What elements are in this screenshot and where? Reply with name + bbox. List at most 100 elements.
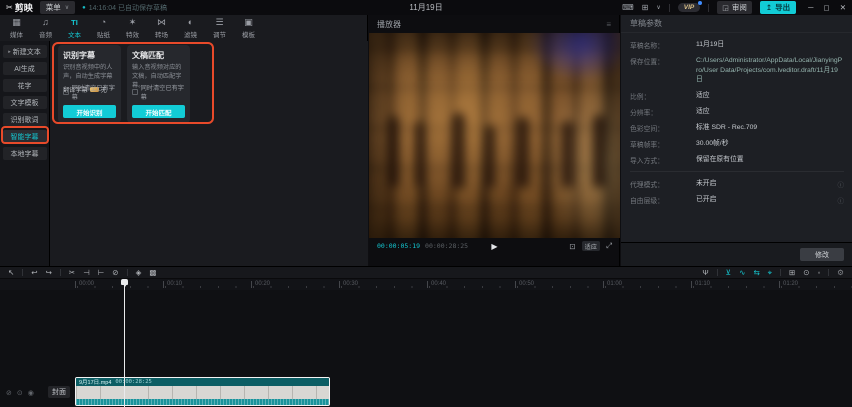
modify-button[interactable]: 修改 <box>800 248 844 261</box>
tab-text[interactable]: TI 文本 <box>60 18 89 39</box>
start-recognize-button[interactable]: 开始识别 <box>63 105 116 118</box>
trim-right-icon[interactable]: ⊢ <box>98 269 105 277</box>
select-tool-icon[interactable]: ↖ <box>8 269 14 277</box>
sidebar-item-label: 识别歌词 <box>11 115 39 125</box>
tab-transition[interactable]: ⋈ 转场 <box>147 18 176 39</box>
timeline-tracks[interactable]: ⊘ ⊙ ◉ 封面 9月17日.mp4 00:00:28:25 <box>0 290 852 407</box>
start-match-button[interactable]: 开始匹配 <box>132 105 185 118</box>
sidebar-item-fancy-text[interactable]: 花字 <box>3 79 47 92</box>
sidebar-item-local-captions[interactable]: 本地字幕 <box>3 147 47 160</box>
player-menu-icon[interactable]: ≡ <box>606 20 611 29</box>
track-lock-icon[interactable]: ⊙ <box>17 389 23 397</box>
tab-effects[interactable]: ✶ 特效 <box>118 18 147 39</box>
sidebar-item-new-text[interactable]: ▸ 新建文本 <box>3 45 47 58</box>
auto-snap-icon[interactable]: ∿ <box>739 269 745 277</box>
tab-filter[interactable]: ◐ 滤镜 <box>176 18 205 39</box>
checkbox-label: 同时清空已有字幕 <box>141 83 185 101</box>
record-voiceover-icon[interactable]: Ψ <box>702 269 708 277</box>
sidebar-item-label: AI生成 <box>14 64 35 74</box>
maximize-button[interactable]: ◻ <box>823 3 829 12</box>
export-label: 导出 <box>775 2 790 13</box>
row-value: 标准 SDR - Rec.709 <box>696 123 844 133</box>
ruler-tick: 01:20 <box>779 281 798 288</box>
timeline-settings-icon[interactable]: ⚙ <box>837 269 844 277</box>
redo-icon[interactable]: ↪ <box>46 269 52 277</box>
clear-existing-checkbox-row[interactable]: 同时清空已有字幕 <box>132 83 185 101</box>
tab-adjust[interactable]: ☰ 调节 <box>205 18 234 39</box>
audio-icon: ♫ <box>42 18 49 28</box>
sidebar-item-auto-captions[interactable]: 智能字幕 <box>3 130 47 143</box>
effects-icon: ✶ <box>129 18 137 28</box>
tab-audio[interactable]: ♫ 音频 <box>31 18 60 39</box>
close-button[interactable]: ✕ <box>840 3 846 12</box>
clear-existing-checkbox-row[interactable]: 同时清空已有字幕 <box>63 83 116 101</box>
fit-ratio-selector[interactable]: 适应 <box>582 241 600 251</box>
undo-icon[interactable]: ↩ <box>31 269 37 277</box>
link-clips-icon[interactable]: ⇆ <box>753 269 759 277</box>
tab-media[interactable]: ▦ 媒体 <box>2 18 31 39</box>
window-controls: ─ ◻ ✕ <box>808 3 846 12</box>
delete-icon[interactable]: ⊘ <box>112 269 118 277</box>
locate-playhead-icon[interactable]: ⊙ <box>803 269 809 277</box>
divider <box>708 4 709 12</box>
info-icon[interactable]: ⓘ <box>838 195 845 205</box>
timeline-toolbar: ↖ ↩ ↪ ✂ ⊣ ⊢ ⊘ ◈ ▩ Ψ ⊻ ∿ ⇆ ⌖ ⊞ ⊙ ◦ ⚙ <box>0 266 852 279</box>
freeze-frame-icon[interactable]: ◈ <box>136 269 142 277</box>
row-value: C:/Users/Administrator/AppData/Local/Jia… <box>696 56 844 85</box>
card-bottom: 同时清空已有字幕 开始匹配 <box>132 83 185 118</box>
fullscreen-icon[interactable]: ⤢ <box>606 241 612 251</box>
cover-button[interactable]: 封面 <box>48 386 70 398</box>
checkbox[interactable] <box>63 89 69 95</box>
playhead-handle[interactable] <box>121 279 128 285</box>
video-clip[interactable]: 9月17日.mp4 00:00:28:25 <box>75 377 330 406</box>
playhead[interactable] <box>124 279 125 407</box>
divider <box>630 171 844 172</box>
track-mute-icon[interactable]: ⊘ <box>6 389 12 397</box>
divider <box>669 4 670 12</box>
adjust-icon: ☰ <box>215 18 223 28</box>
track-hide-icon[interactable]: ◉ <box>28 389 34 397</box>
export-button[interactable]: ↥ 导出 <box>760 1 796 14</box>
tab-label: 转场 <box>155 29 168 39</box>
play-button[interactable]: ▶ <box>491 242 497 251</box>
sidebar-item-ai-generate[interactable]: AI生成 <box>3 62 47 75</box>
menu-button-label: 菜单 <box>46 2 61 13</box>
trim-left-icon[interactable]: ⊣ <box>83 269 90 277</box>
autosave-text: 14:16:04 已自动保存草稿 <box>89 3 167 13</box>
checkbox[interactable] <box>132 89 138 95</box>
sidebar-item-text-templates[interactable]: 文字模板 <box>3 96 47 109</box>
row-label: 代理模式： <box>630 179 696 189</box>
autosave-status: ● 14:16:04 已自动保存草稿 <box>82 3 167 13</box>
tab-template[interactable]: ▣ 模板 <box>234 18 263 39</box>
menu-button[interactable]: 菜单 ∨ <box>40 1 75 14</box>
row-label: 草稿名称： <box>630 40 696 50</box>
total-timecode: 00:00:28:25 <box>425 242 468 250</box>
preview-quality-icon[interactable]: ⊡ <box>569 242 575 251</box>
layout-icon[interactable]: ⊞ <box>642 4 649 12</box>
split-view-icon[interactable]: ⊞ <box>789 269 795 277</box>
info-icon[interactable]: ⓘ <box>838 179 845 189</box>
autosave-dot-icon: ● <box>82 5 86 11</box>
mask-icon[interactable]: ▩ <box>149 269 156 277</box>
preview-axis-icon[interactable]: ⌖ <box>768 269 772 277</box>
video-preview[interactable] <box>369 33 620 238</box>
sidebar-item-lyrics-recognition[interactable]: 识别歌词 <box>3 113 47 126</box>
zoom-dot-icon[interactable]: ◦ <box>818 269 821 277</box>
vip-badge[interactable]: VIP <box>678 3 700 12</box>
capcut-editor-window: ✂ 剪映 菜单 ∨ ● 14:16:04 已自动保存草稿 11月19日 ⌨ ⊞ … <box>0 0 852 407</box>
layout-chevron-icon[interactable]: ∨ <box>656 5 660 11</box>
tab-sticker[interactable]: ◔ 贴纸 <box>89 18 118 39</box>
keyboard-shortcuts-icon[interactable]: ⌨ <box>622 4 634 12</box>
draft-panel-title: 草稿参数 <box>630 18 662 29</box>
main-track-magnet-icon[interactable]: ⊻ <box>726 269 732 277</box>
row-label: 草稿帧率： <box>630 139 696 149</box>
minimize-button[interactable]: ─ <box>808 3 813 12</box>
titlebar-actions: ⌨ ⊞ ∨ VIP ◲ 审阅 ↥ 导出 ─ ◻ ✕ <box>622 1 846 14</box>
sidebar-item-label: 新建文本 <box>13 47 41 57</box>
vip-notification-dot <box>698 1 702 5</box>
clip-filename: 9月17日.mp4 <box>79 378 111 386</box>
video-vignette <box>369 33 620 238</box>
tab-label: 音频 <box>39 29 52 39</box>
split-icon[interactable]: ✂ <box>69 269 75 277</box>
review-button[interactable]: ◲ 审阅 <box>717 1 752 14</box>
